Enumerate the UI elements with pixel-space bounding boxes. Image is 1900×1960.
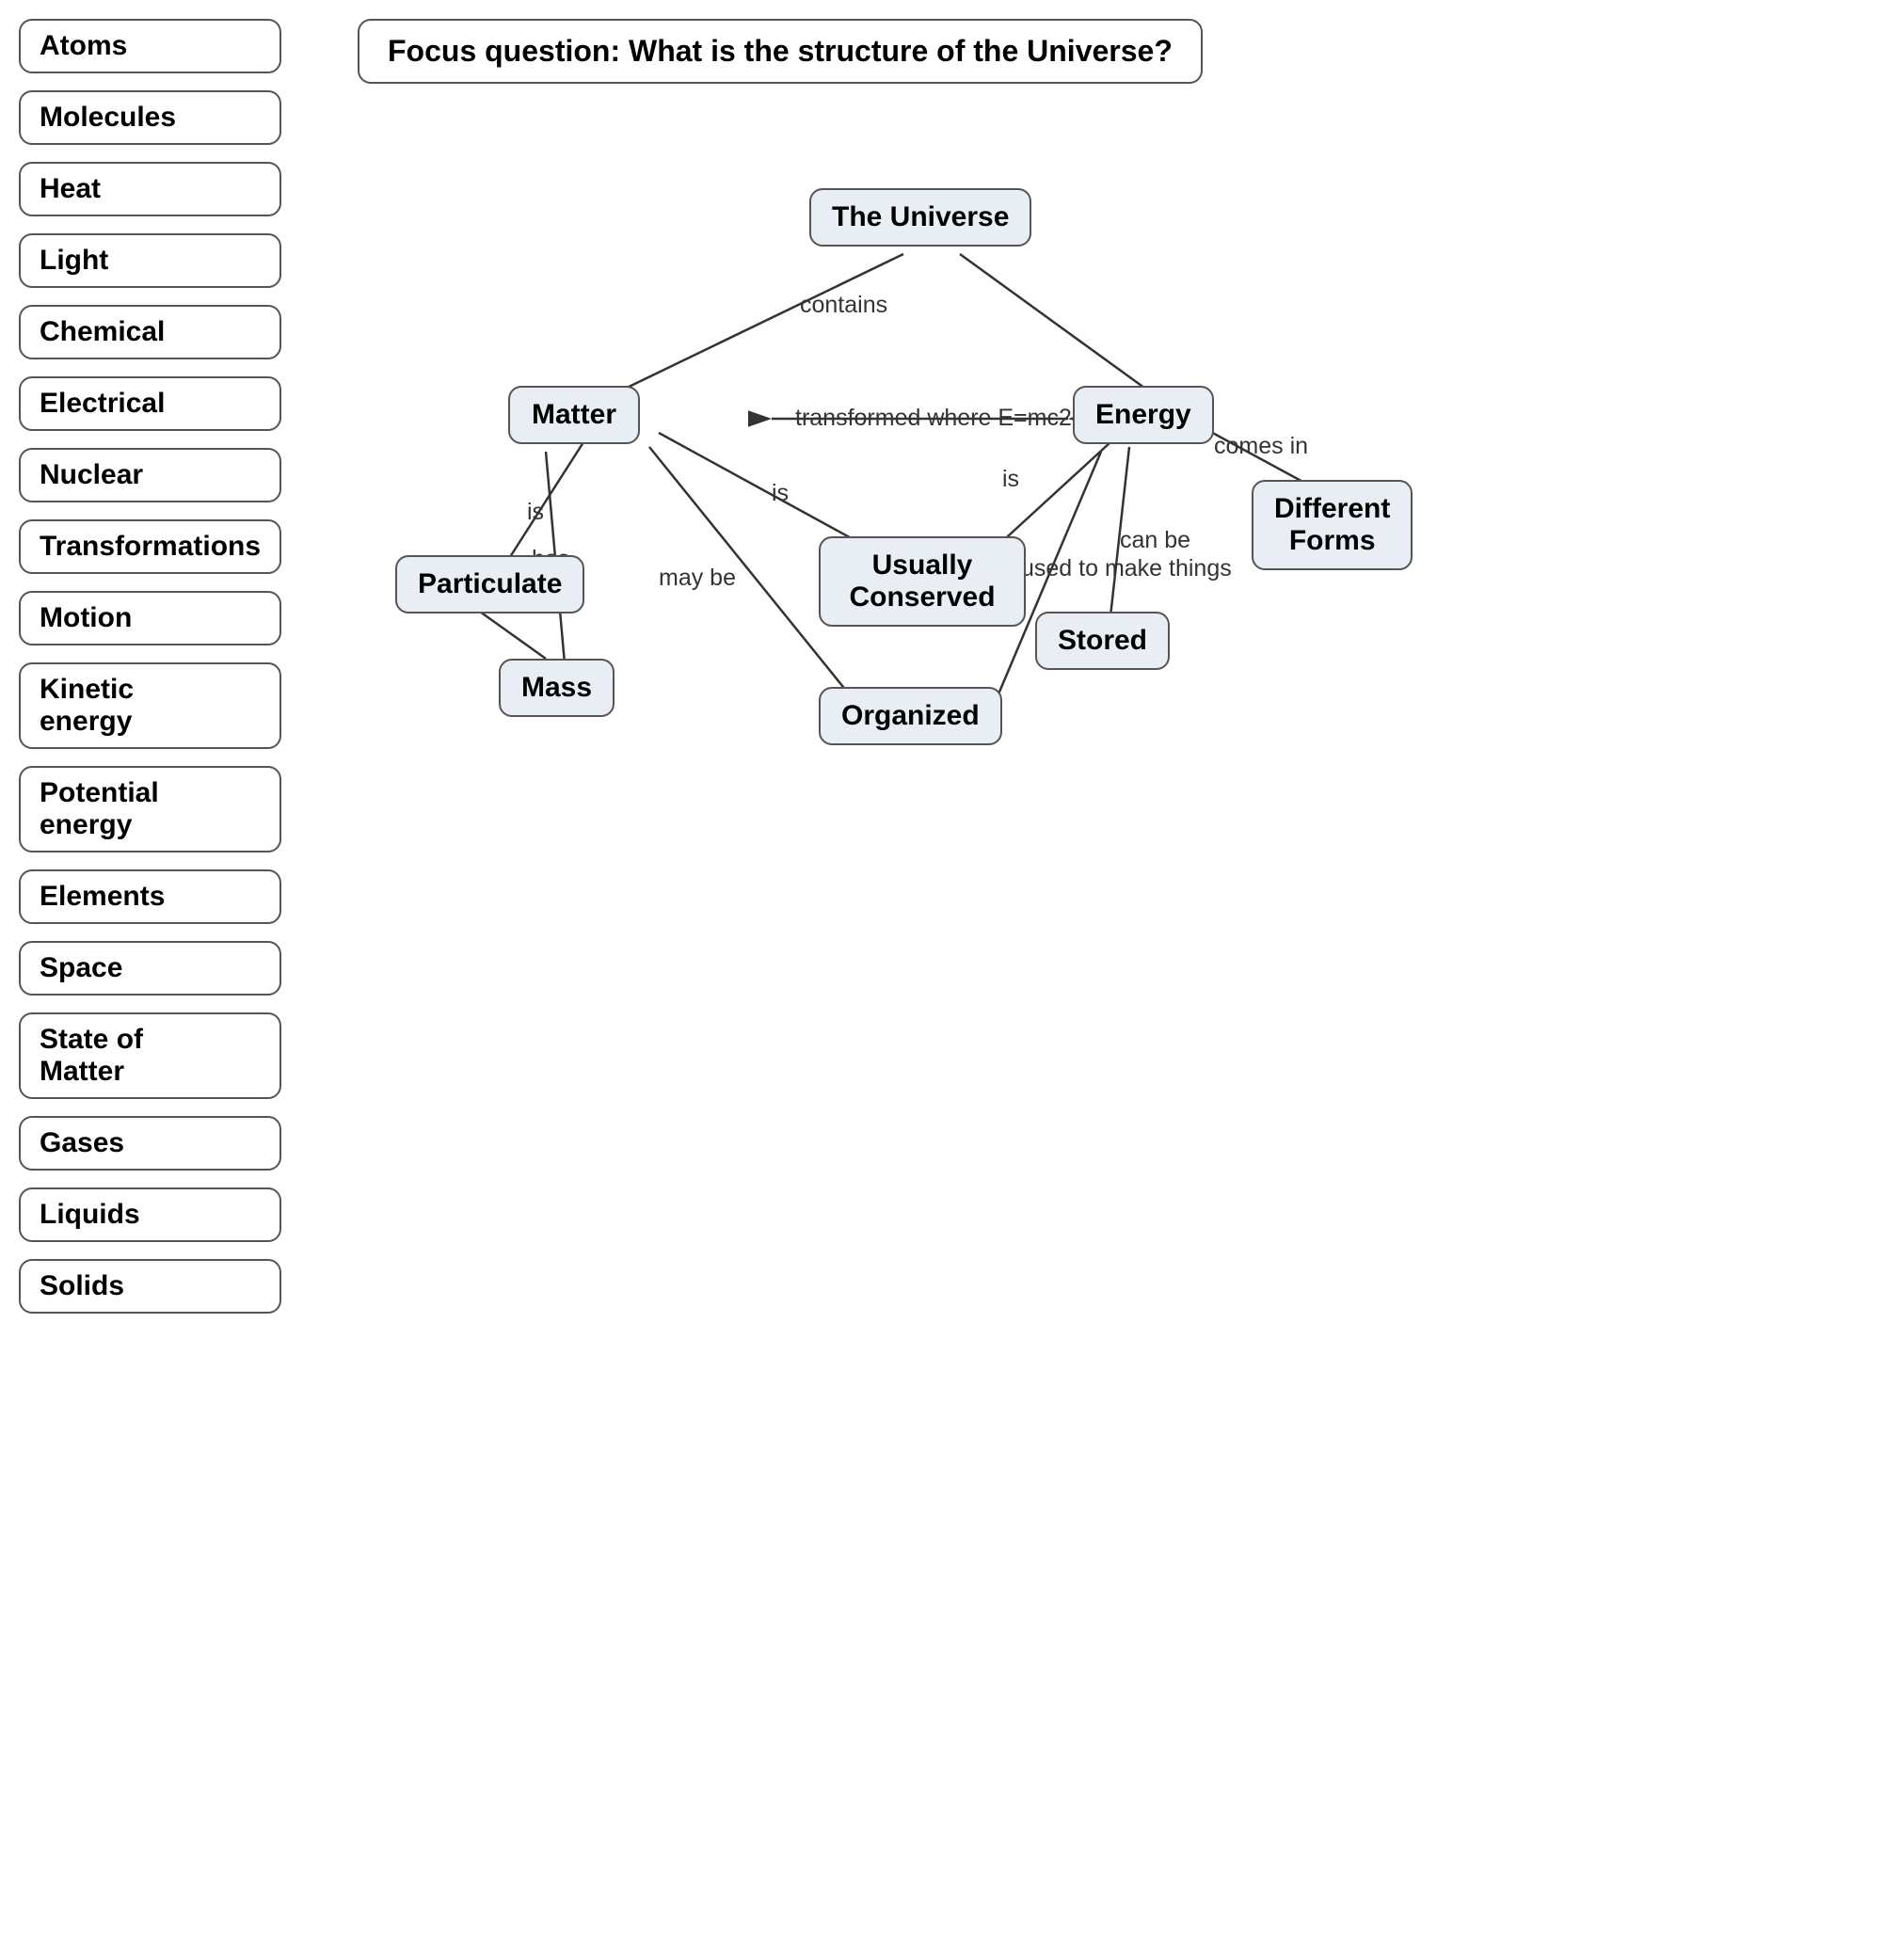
sidebar-item-light[interactable]: Light	[19, 233, 281, 288]
label-is-conserved: is	[772, 480, 789, 507]
concept-map-svg	[0, 0, 1900, 1960]
node-particulate[interactable]: Particulate	[395, 555, 584, 613]
sidebar-item-liquids[interactable]: Liquids	[19, 1187, 281, 1242]
sidebar-item-solids[interactable]: Solids	[19, 1259, 281, 1314]
label-may-be: may be	[659, 565, 736, 592]
sidebar-item-state-of-matter[interactable]: State of Matter	[19, 1012, 281, 1099]
label-contains: contains	[800, 292, 887, 319]
sidebar-item-elements[interactable]: Elements	[19, 869, 281, 924]
sidebar-item-atoms[interactable]: Atoms	[19, 19, 281, 73]
sidebar-item-space[interactable]: Space	[19, 941, 281, 996]
sidebar-item-kinetic-energy[interactable]: Kinetic energy	[19, 662, 281, 749]
sidebar-item-motion[interactable]: Motion	[19, 591, 281, 645]
node-energy[interactable]: Energy	[1073, 386, 1214, 444]
node-organized[interactable]: Organized	[819, 687, 1002, 745]
node-universe[interactable]: The Universe	[809, 188, 1031, 247]
node-stored[interactable]: Stored	[1035, 612, 1170, 670]
label-can-be: can be	[1120, 527, 1190, 554]
sidebar: Atoms Molecules Heat Light Chemical Elec…	[19, 19, 281, 1314]
sidebar-item-transformations[interactable]: Transformations	[19, 519, 281, 574]
label-transformed: transformed where E=mc2	[795, 405, 1072, 432]
label-used-to-make: used to make things	[1021, 555, 1232, 582]
label-comes-in: comes in	[1214, 433, 1308, 460]
sidebar-item-electrical[interactable]: Electrical	[19, 376, 281, 431]
sidebar-item-gases[interactable]: Gases	[19, 1116, 281, 1171]
sidebar-item-heat[interactable]: Heat	[19, 162, 281, 216]
sidebar-item-nuclear[interactable]: Nuclear	[19, 448, 281, 502]
label-is-energy: is	[1002, 466, 1019, 493]
sidebar-item-potential-energy[interactable]: Potential energy	[19, 766, 281, 853]
node-matter[interactable]: Matter	[508, 386, 640, 444]
focus-question: Focus question: What is the structure of…	[358, 19, 1203, 84]
node-mass[interactable]: Mass	[499, 659, 615, 717]
sidebar-item-molecules[interactable]: Molecules	[19, 90, 281, 145]
sidebar-item-chemical[interactable]: Chemical	[19, 305, 281, 359]
label-is-matter: is	[527, 499, 544, 526]
node-different-forms[interactable]: Different Forms	[1252, 480, 1413, 570]
node-usually-conserved[interactable]: Usually Conserved	[819, 536, 1026, 627]
